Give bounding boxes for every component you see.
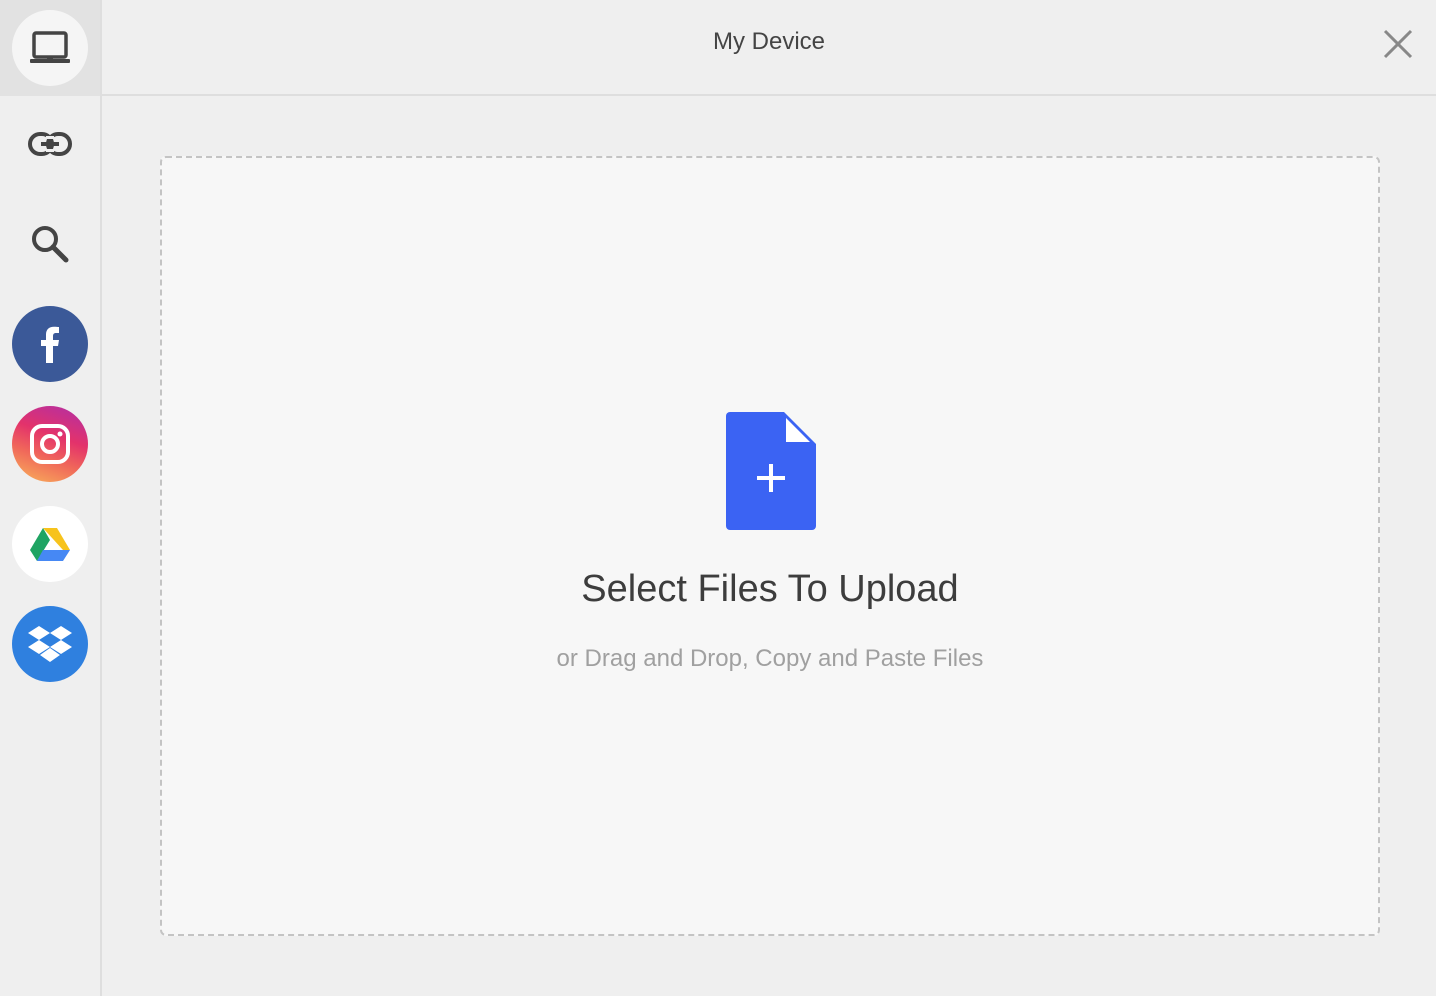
facebook-icon [41,326,59,363]
source-google-drive[interactable] [0,496,100,592]
page-title: My Device [712,28,826,55]
instagram-circle [12,406,88,482]
close-button[interactable] [1380,26,1416,62]
file-add-icon [726,412,816,535]
dropbox-icon [28,626,72,662]
upload-title: Select Files To Upload [581,568,959,610]
upload-picker-dialog: My Device Select Files To Upload or Drag… [0,0,1436,996]
source-instagram[interactable] [0,396,100,492]
source-my-device[interactable] [0,0,100,96]
source-dropbox[interactable] [0,596,100,692]
instagram-icon [30,424,70,464]
facebook-circle [12,306,88,382]
laptop-icon [30,31,70,63]
google-drive-icon [30,528,70,561]
source-facebook[interactable] [0,296,100,392]
upload-subtitle: or Drag and Drop, Copy and Paste Files [556,645,984,672]
google-drive-circle [12,506,88,582]
source-sidebar [0,0,102,996]
file-drop-zone[interactable]: Select Files To Upload or Drag and Drop,… [160,156,1380,936]
dropbox-circle [12,606,88,682]
link-icon [28,132,72,156]
source-link[interactable] [0,96,100,192]
source-search[interactable] [0,196,100,292]
search-icon [32,226,69,263]
dialog-header: My Device [102,0,1436,96]
source-my-device-circle [12,10,88,86]
close-icon [1383,29,1413,59]
